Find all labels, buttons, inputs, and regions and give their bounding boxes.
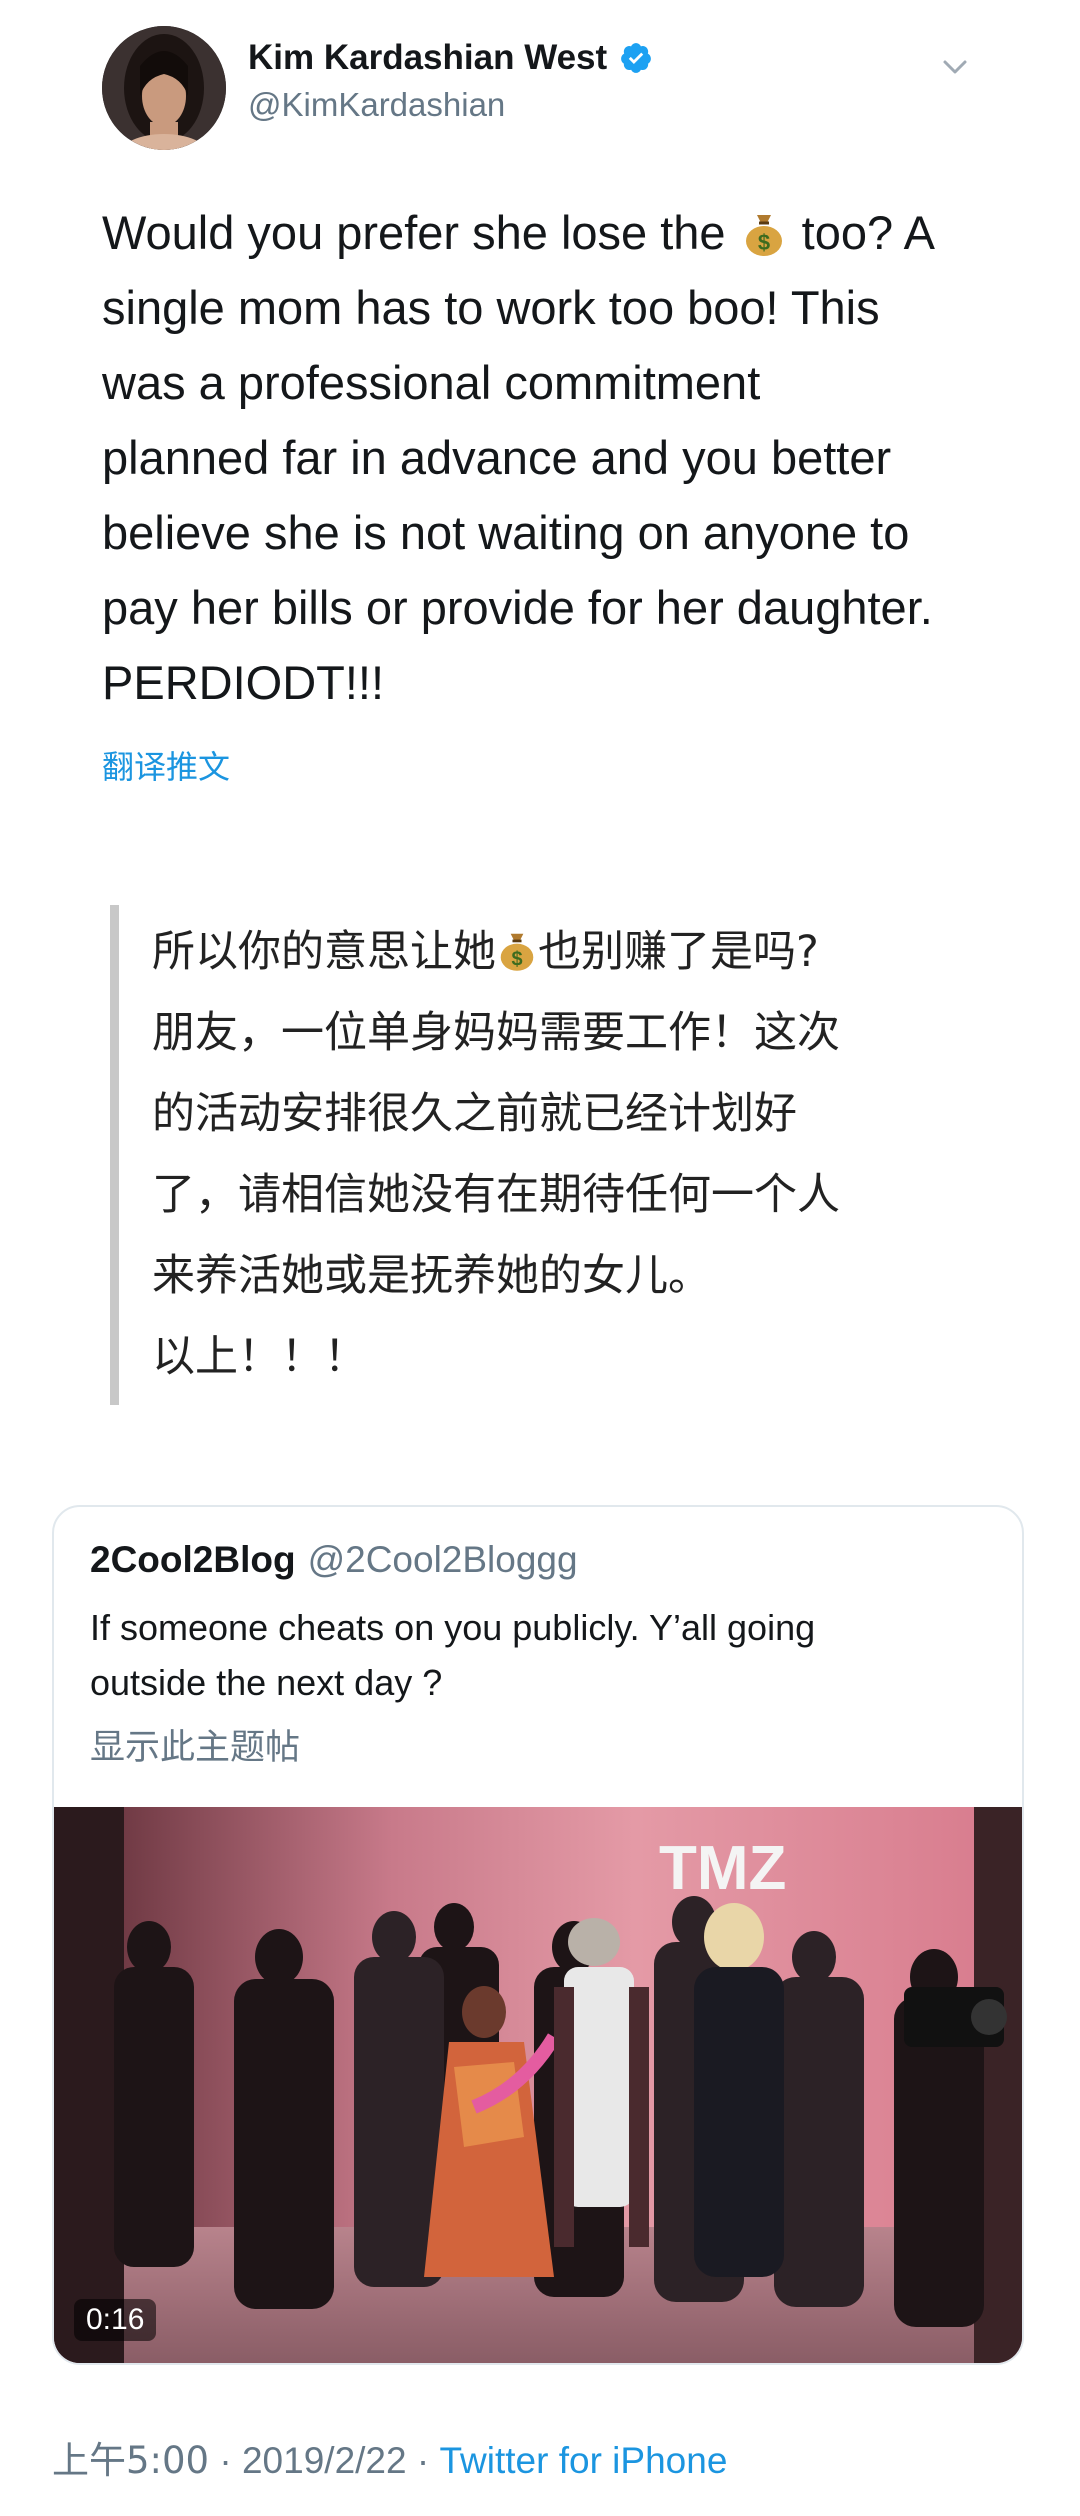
translation-line: 了，请相信她没有在期待任何一个人 [152,1170,840,1220]
translation-line: 以上！！！ [152,1332,367,1382]
translation-line-text: 也别赚了是吗? [538,927,819,977]
quoted-line: If someone cheats on you publicly. Y’all… [90,1607,816,1648]
separator: · [416,2440,430,2481]
separator: · [219,2440,232,2481]
tweet-line: PERDIODT!!! [102,656,385,709]
video-watermark: TMZ [659,1834,786,1903]
quoted-line: outside the next day ? [90,1662,443,1703]
display-name-text: Kim Kardashian West [248,38,608,77]
tweet-line: planned far in advance and you better [102,431,892,484]
money-bag-icon: $ [498,918,536,971]
tweet-line-text: too? A [788,206,935,259]
video-thumbnail: TMZ [54,1807,1022,2363]
translation-line-text: 所以你的意思让她 [152,927,496,977]
translation-line: 的活动安排很久之前就已经计划好 [152,1089,797,1139]
translate-tweet-link[interactable]: 翻译推文 [102,742,230,788]
quoted-author[interactable]: 2Cool2Blog @2Cool2Bloggg [90,1539,578,1581]
tweet-line: Would you prefer she lose the $ too? A [102,195,982,270]
show-thread-link[interactable]: 显示此主题帖 [90,1719,300,1770]
avatar[interactable] [102,26,226,150]
tweet-time: 上午5:00 [52,2439,210,2482]
money-bag-icon: $ [743,203,785,256]
translation-line: 朋友，一位单身妈妈需要工作！这次 [152,1008,840,1058]
tweet-date: 2019/2/22 [241,2440,407,2481]
tweet-line: pay her bills or provide for her daughte… [102,581,933,634]
tweet-source-link[interactable]: Twitter for iPhone [439,2440,727,2481]
quoted-tweet-text: If someone cheats on you publicly. Y’all… [90,1600,990,1710]
translation-line: 所以你的意思让她 $ 也别赚了是吗? [152,912,972,993]
translation-quote: 所以你的意思让她 $ 也别赚了是吗? 朋友，一位单身妈妈需要工作！这次 的活动安排很… [152,912,972,1398]
translation-line: 来养活她或是抚养她的女儿。 [152,1251,711,1301]
display-name[interactable]: Kim Kardashian West [248,38,653,78]
svg-text:$: $ [511,948,522,970]
quoted-author-handle: @2Cool2Bloggg [307,1539,578,1580]
author-handle[interactable]: @KimKardashian [248,86,505,124]
video-duration: 0:16 [74,2299,157,2341]
tweet-line: believe she is not waiting on anyone to [102,506,910,559]
tweet-text: Would you prefer she lose the $ too? A s… [102,195,982,720]
video-player[interactable]: TMZ 0:16 [54,1807,1022,2363]
chevron-down-icon[interactable] [938,50,972,84]
avatar-image [102,26,226,150]
quoted-author-name: 2Cool2Blog [90,1539,296,1580]
quote-bar [110,905,119,1405]
verified-badge-icon [619,41,653,75]
svg-text:$: $ [758,230,770,255]
quoted-tweet-card[interactable]: 2Cool2Blog @2Cool2Bloggg If someone cheat… [52,1505,1024,2365]
tweet-line: single mom has to work too boo! This [102,281,880,334]
tweet-line-text: Would you prefer she lose the [102,206,739,259]
tweet-footer: 上午5:00 · 2019/2/22 · Twitter for iPhone [52,2430,727,2484]
tweet-line: was a professional commitment [102,356,761,409]
